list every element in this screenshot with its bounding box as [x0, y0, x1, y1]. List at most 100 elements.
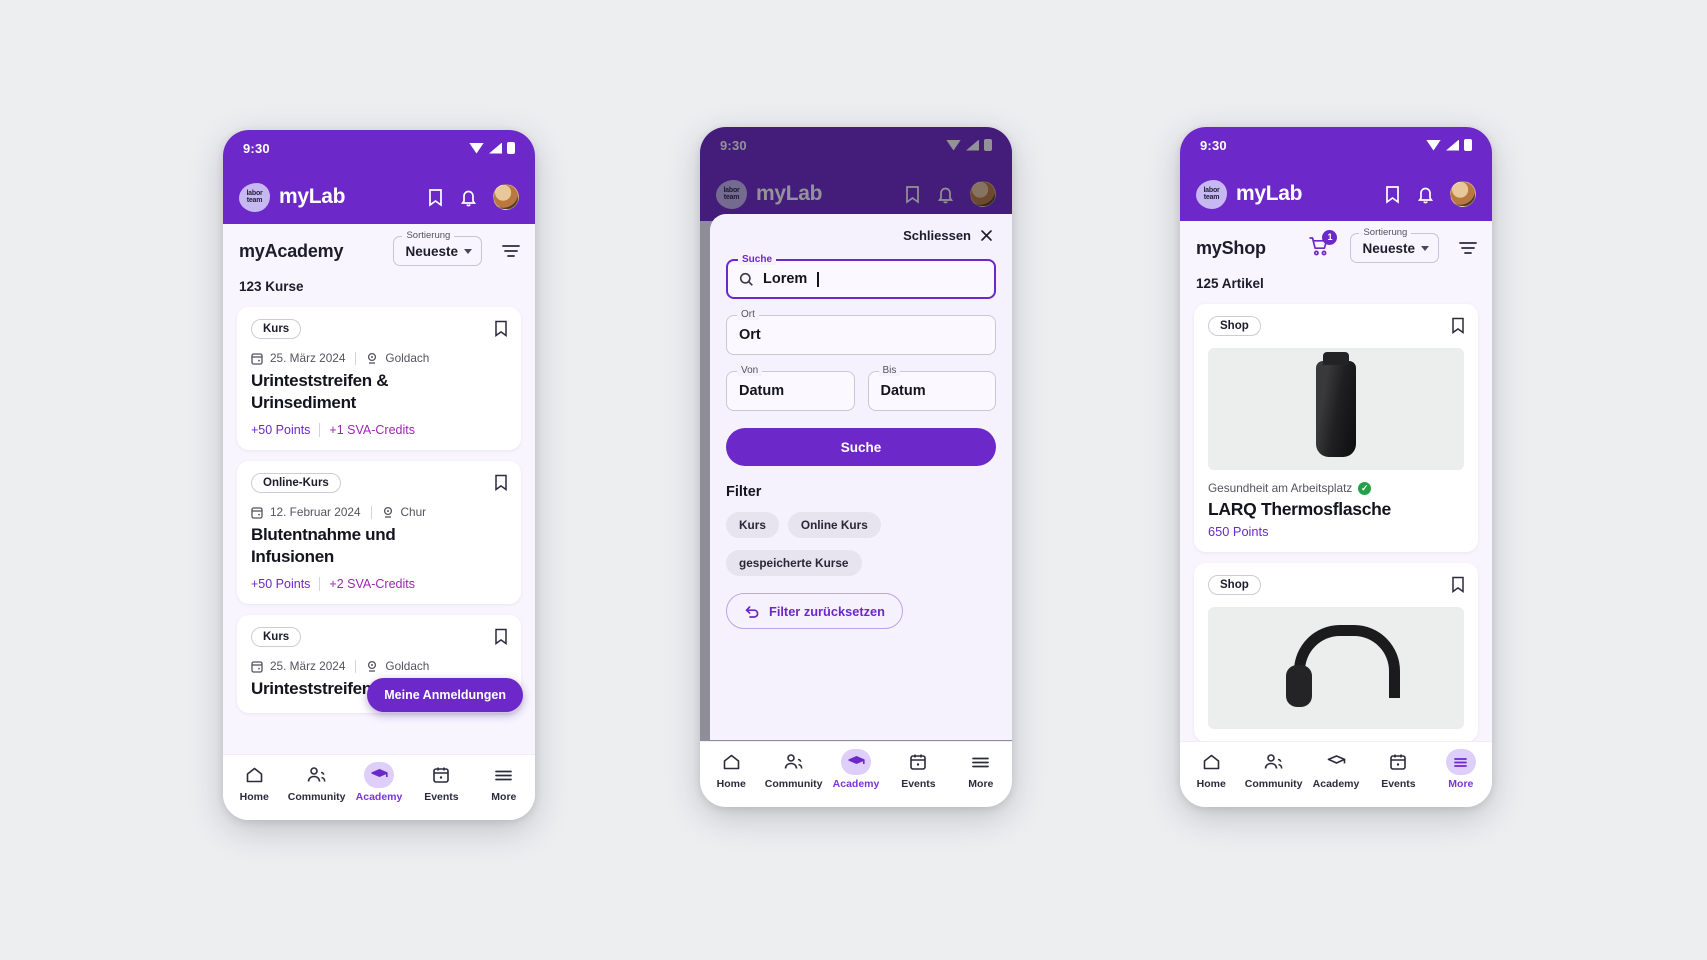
course-card[interactable]: Online-Kurs 12. Februar 2024 Chur Bluten…	[237, 461, 521, 604]
filter-chip-kurs[interactable]: Kurs	[726, 512, 779, 538]
product-list: Shop Gesundheit am Arbeitsplatz ✓ LARQ T…	[1180, 304, 1492, 807]
course-card[interactable]: Kurs 25. März 2024 Goldach Urinteststrei…	[237, 307, 521, 450]
nav-item-academy[interactable]: Academy	[1305, 749, 1367, 790]
meta-divider	[355, 351, 357, 365]
course-rewards: +50 Points +1 SVA-Credits	[251, 423, 507, 437]
bookmark-icon[interactable]	[427, 188, 444, 207]
calendar-icon	[909, 749, 927, 775]
screenshot-stage: 9:30 labor team myLab myAcademy Sortieru…	[0, 0, 1707, 960]
product-category-label: Gesundheit am Arbeitsplatz	[1208, 481, 1353, 495]
search-label: Suche	[738, 254, 777, 265]
date-to-input[interactable]: Bis Datum	[867, 365, 996, 411]
search-input[interactable]: Suche Lorem	[726, 254, 996, 299]
bookmark-icon[interactable]	[1451, 317, 1465, 339]
course-credits: +2 SVA-Credits	[329, 577, 415, 591]
filter-heading: Filter	[726, 484, 762, 500]
search-submit-button[interactable]: Suche	[726, 428, 996, 466]
nav-label: Academy	[1312, 778, 1360, 790]
result-count: 123 Kurse	[223, 276, 535, 307]
search-value: Lorem	[763, 271, 808, 287]
filter-icon[interactable]	[501, 243, 521, 259]
nav-item-events[interactable]: Events	[887, 749, 949, 790]
nav-item-home[interactable]: Home	[700, 749, 762, 790]
sort-label: Sortierung	[1359, 227, 1412, 238]
nav-item-more[interactable]: More	[1430, 749, 1492, 790]
course-points: +50 Points	[251, 423, 311, 437]
nav-item-home[interactable]: Home	[223, 762, 285, 803]
location-icon	[368, 352, 377, 364]
app-bar-actions	[1384, 181, 1476, 207]
laborteam-logo: labor team	[239, 182, 270, 212]
course-meta: 25. März 2024 Goldach	[251, 351, 507, 365]
sort-label: Sortierung	[402, 230, 455, 241]
sort-dropdown[interactable]: Sortierung Neueste	[1350, 227, 1439, 263]
cart-button[interactable]: 1	[1308, 229, 1338, 261]
filter-chip-saved-courses[interactable]: gespeicherte Kurse	[726, 550, 862, 576]
nav-item-community[interactable]: Community	[285, 762, 347, 803]
my-registrations-button[interactable]: Meine Anmeldungen	[367, 678, 523, 712]
nav-item-events[interactable]: Events	[410, 762, 472, 803]
battery-icon	[1464, 139, 1472, 151]
bookmark-icon[interactable]	[1451, 576, 1465, 598]
verified-icon: ✓	[1358, 481, 1372, 495]
location-input[interactable]: Ort Ort	[726, 309, 996, 355]
logo-line-2: team	[1203, 194, 1220, 201]
close-sheet-button[interactable]: Schliessen	[726, 228, 996, 243]
nav-item-academy[interactable]: Academy	[348, 762, 410, 803]
product-card[interactable]: Shop Gesundheit am Arbeitsplatz ✓ LARQ T…	[1194, 304, 1478, 552]
bottom-navigation: Home Community Academy Events More	[700, 741, 1012, 807]
sort-dropdown[interactable]: Sortierung Neueste	[393, 230, 482, 266]
course-date: 12. Februar 2024	[270, 505, 361, 519]
product-title: LARQ Thermosflasche	[1208, 499, 1391, 519]
course-credits: +1 SVA-Credits	[329, 423, 415, 437]
nav-item-home[interactable]: Home	[1180, 749, 1242, 790]
bell-icon[interactable]	[1417, 185, 1434, 204]
bell-icon[interactable]	[460, 188, 477, 207]
calendar-icon	[432, 762, 450, 788]
nav-item-community[interactable]: Community	[762, 749, 824, 790]
product-card[interactable]: Shop	[1194, 563, 1478, 742]
search-filter-sheet: Schliessen Suche Lorem Ort Ort Von Datum…	[710, 214, 1012, 740]
bookmark-icon[interactable]	[1384, 185, 1401, 204]
section-header: myAcademy Sortierung Neueste	[223, 224, 535, 276]
reward-divider	[319, 577, 321, 591]
nav-label: Community	[1244, 778, 1303, 790]
nav-item-more[interactable]: More	[473, 762, 535, 803]
battery-icon	[507, 142, 515, 154]
bookmark-icon[interactable]	[494, 474, 508, 496]
course-location: Goldach	[385, 351, 430, 365]
avatar[interactable]	[1450, 181, 1476, 207]
location-value: Ort	[739, 327, 761, 343]
logo-line-2: team	[246, 197, 263, 204]
academy-cap-icon	[1327, 749, 1346, 775]
calendar-icon	[251, 506, 263, 519]
nav-item-more[interactable]: More	[950, 749, 1012, 790]
date-from-input[interactable]: Von Datum	[726, 365, 855, 411]
avatar[interactable]	[493, 184, 519, 210]
date-to-label: Bis	[878, 365, 901, 376]
signal-icon	[489, 142, 502, 154]
calendar-icon	[1389, 749, 1407, 775]
course-type-tag: Kurs	[251, 319, 302, 339]
nav-label: Community	[287, 791, 346, 803]
wifi-icon	[1426, 139, 1441, 151]
nav-label: Academy	[355, 791, 403, 803]
home-icon	[1202, 749, 1221, 775]
filter-icon[interactable]	[1458, 240, 1478, 256]
course-list: Kurs 25. März 2024 Goldach Urinteststrei…	[223, 307, 535, 820]
filter-chip-online-kurs[interactable]: Online Kurs	[787, 512, 881, 538]
section-header: myShop 1 Sortierung Neueste	[1180, 221, 1492, 273]
bookmark-icon[interactable]	[494, 628, 508, 650]
reset-filter-button[interactable]: Filter zurücksetzen	[726, 593, 903, 629]
course-location: Chur	[400, 505, 427, 519]
phone-academy-list: 9:30 labor team myLab myAcademy Sortieru…	[223, 130, 535, 820]
app-bar: labor team myLab	[1180, 167, 1492, 221]
course-title-line-2: Urinsediment	[251, 393, 357, 412]
sort-value: Neueste	[1362, 241, 1415, 256]
bookmark-icon[interactable]	[494, 320, 508, 342]
nav-item-events[interactable]: Events	[1367, 749, 1429, 790]
nav-item-community[interactable]: Community	[1242, 749, 1304, 790]
nav-item-academy[interactable]: Academy	[825, 749, 887, 790]
app-title: myLab	[279, 185, 346, 208]
result-count: 125 Artikel	[1180, 273, 1492, 304]
